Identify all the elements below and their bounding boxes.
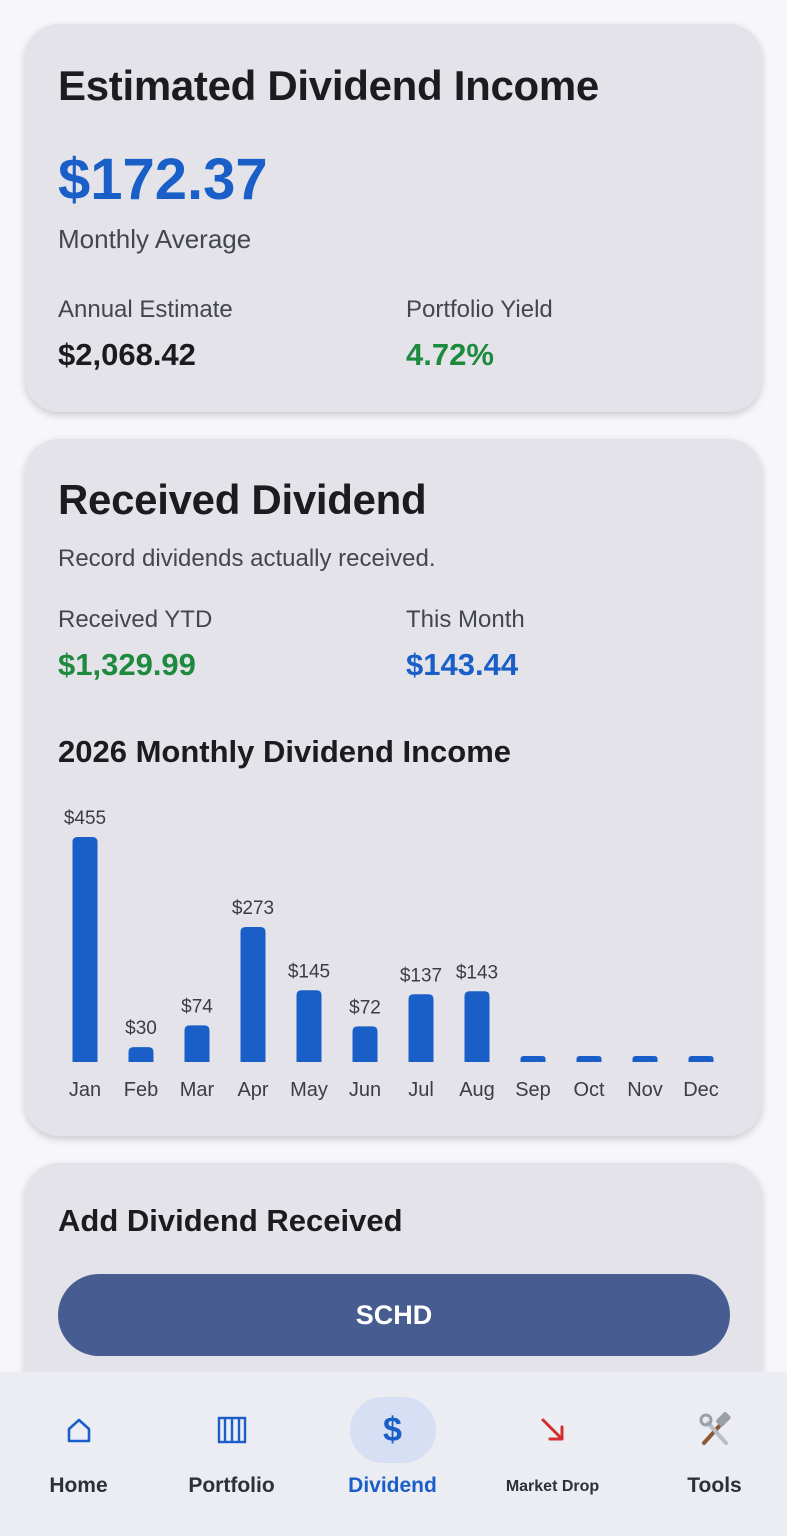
- bar-value-label-jun: $72: [349, 997, 381, 1018]
- bar-aug: [464, 991, 490, 1062]
- nav-home[interactable]: Home: [0, 1372, 157, 1536]
- bar-value-label-jan: $455: [64, 808, 106, 829]
- bar-mar: [184, 1025, 210, 1062]
- bar-jul: [408, 994, 434, 1062]
- month-label-may: May: [290, 1079, 328, 1101]
- bar-value-label-mar: $74: [181, 996, 213, 1017]
- month-label-jan: Jan: [69, 1079, 101, 1101]
- bar-value-label-apr: $273: [232, 898, 274, 919]
- bar-value-label-jul: $137: [400, 965, 442, 986]
- dollar-icon: $: [383, 1410, 402, 1449]
- bar-jun: [352, 1026, 378, 1062]
- nav-portfolio-label: Portfolio: [188, 1474, 275, 1497]
- month-label-sep: Sep: [515, 1079, 551, 1101]
- nav-dividend-label: Dividend: [348, 1474, 437, 1497]
- bar-nov: [632, 1056, 658, 1062]
- annual-estimate-value: $2,068.42: [58, 337, 196, 372]
- tools-icon: [672, 1397, 758, 1463]
- month-label-dec: Dec: [683, 1079, 719, 1101]
- month-label-apr: Apr: [237, 1079, 268, 1101]
- month-label-jul: Jul: [408, 1079, 434, 1101]
- month-label-aug: Aug: [459, 1079, 495, 1101]
- bar-value-label-may: $145: [288, 961, 330, 982]
- monthly-dividend-chart: $455 Jan $30 Feb $74 Mar $273 Apr $145 May $72 Jun $…: [64, 808, 719, 1101]
- estimated-income-title: Estimated Dividend Income: [58, 62, 599, 109]
- ticker-select-button[interactable]: SCHD: [58, 1274, 730, 1356]
- bar-apr: [240, 927, 266, 1062]
- month-label-feb: Feb: [124, 1079, 158, 1101]
- bar-feb: [128, 1047, 154, 1062]
- received-dividend-card: Received Dividend Record dividends actua…: [25, 439, 762, 1136]
- bar-value-label-aug: $143: [456, 962, 498, 983]
- nav-portfolio[interactable]: Portfolio: [153, 1372, 310, 1536]
- monthly-average-label: Monthly Average: [58, 224, 252, 254]
- month-label-nov: Nov: [627, 1079, 663, 1101]
- nav-market-drop-label: Market Drop: [505, 1478, 600, 1495]
- month-label-jun: Jun: [349, 1079, 381, 1101]
- bar-value-label-feb: $30: [125, 1018, 157, 1039]
- bar-dec: [688, 1056, 714, 1062]
- bar-sep: [520, 1056, 546, 1062]
- nav-home-label: Home: [49, 1474, 108, 1497]
- portfolio-yield-value: 4.72%: [406, 337, 494, 372]
- annual-estimate-label: Annual Estimate: [58, 296, 233, 323]
- portfolio-yield-label: Portfolio Yield: [406, 296, 553, 323]
- bar-may: [296, 990, 322, 1062]
- nav-tools-label: Tools: [687, 1474, 742, 1497]
- nav-dividend[interactable]: $ Dividend: [314, 1372, 471, 1536]
- month-label-mar: Mar: [180, 1079, 215, 1101]
- estimated-income-card: Estimated Dividend Income $172.37 Monthl…: [25, 24, 762, 412]
- bottom-navigation: Home Portfolio $ Dividend Market Drop To…: [0, 1372, 787, 1536]
- home-icon: [36, 1397, 122, 1463]
- trend-down-arrow-icon: [510, 1397, 596, 1463]
- portfolio-icon: [189, 1397, 275, 1463]
- monthly-average-amount: $172.37: [58, 147, 268, 212]
- nav-tools[interactable]: Tools: [636, 1372, 787, 1536]
- month-label-oct: Oct: [573, 1079, 605, 1101]
- add-dividend-title: Add Dividend Received: [58, 1203, 403, 1238]
- bar-jan: [72, 837, 98, 1062]
- bar-oct: [576, 1056, 602, 1062]
- nav-market-drop[interactable]: Market Drop: [474, 1372, 631, 1536]
